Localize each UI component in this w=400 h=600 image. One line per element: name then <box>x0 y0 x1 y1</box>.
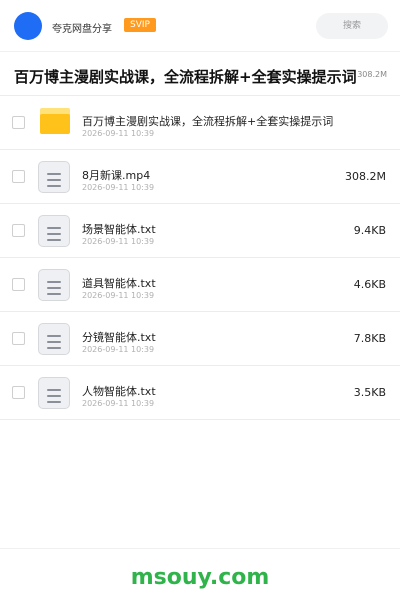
folder-header: 百万博主漫剧实战课，全流程拆解+全套实操提示词 308.2M <box>0 52 400 96</box>
file-date: 2026-09-11 10:39 <box>82 345 155 354</box>
file-icon <box>38 161 70 193</box>
list-item[interactable]: 人物智能体.txt 2026-09-11 10:39 3.5KB <box>0 366 400 420</box>
file-name: 场景智能体.txt <box>82 223 156 236</box>
file-list: 百万博主漫剧实战课，全流程拆解+全套实操提示词 2026-09-11 10:39… <box>0 96 400 420</box>
file-size: 308.2M <box>345 170 386 183</box>
file-name: 分镜智能体.txt <box>82 331 156 344</box>
file-name: 8月新课.mp4 <box>82 169 151 182</box>
watermark-text: msouy.com <box>130 565 270 590</box>
search-button[interactable]: 搜索 <box>316 13 388 39</box>
row-checkbox[interactable] <box>12 332 25 345</box>
file-icon <box>38 323 70 355</box>
row-checkbox[interactable] <box>12 224 25 237</box>
file-name: 人物智能体.txt <box>82 385 156 398</box>
file-size: 3.5KB <box>353 386 386 399</box>
top-bar: 夸克网盘分享 SVIP 搜索 <box>0 0 400 52</box>
file-icon <box>38 269 70 301</box>
file-icon <box>38 377 70 409</box>
list-item[interactable]: 百万博主漫剧实战课，全流程拆解+全套实操提示词 2026-09-11 10:39 <box>0 96 400 150</box>
file-name: 百万博主漫剧实战课，全流程拆解+全套实操提示词 <box>82 115 334 128</box>
avatar[interactable] <box>14 12 42 40</box>
footer: msouy.com <box>0 548 400 600</box>
list-item[interactable]: 8月新课.mp4 2026-09-11 10:39 308.2M <box>0 150 400 204</box>
file-date: 2026-09-11 10:39 <box>82 399 155 408</box>
row-checkbox[interactable] <box>12 116 25 129</box>
svip-badge: SVIP <box>124 18 156 32</box>
app-title: 夸克网盘分享 <box>52 24 112 35</box>
list-item[interactable]: 分镜智能体.txt 2026-09-11 10:39 7.8KB <box>0 312 400 366</box>
page-title: 百万博主漫剧实战课，全流程拆解+全套实操提示词 <box>14 68 357 86</box>
file-date: 2026-09-11 10:39 <box>82 183 155 192</box>
folder-icon <box>40 108 70 134</box>
file-name: 道具智能体.txt <box>82 277 156 290</box>
folder-size: 308.2M <box>357 70 387 79</box>
row-checkbox[interactable] <box>12 386 25 399</box>
file-icon <box>38 215 70 247</box>
row-checkbox[interactable] <box>12 170 25 183</box>
list-item[interactable]: 道具智能体.txt 2026-09-11 10:39 4.6KB <box>0 258 400 312</box>
file-date: 2026-09-11 10:39 <box>82 291 155 300</box>
file-date: 2026-09-11 10:39 <box>82 237 155 246</box>
file-size: 9.4KB <box>353 224 386 237</box>
file-size: 4.6KB <box>353 278 386 291</box>
row-checkbox[interactable] <box>12 278 25 291</box>
file-size: 7.8KB <box>353 332 386 345</box>
file-date: 2026-09-11 10:39 <box>82 129 155 138</box>
list-item[interactable]: 场景智能体.txt 2026-09-11 10:39 9.4KB <box>0 204 400 258</box>
